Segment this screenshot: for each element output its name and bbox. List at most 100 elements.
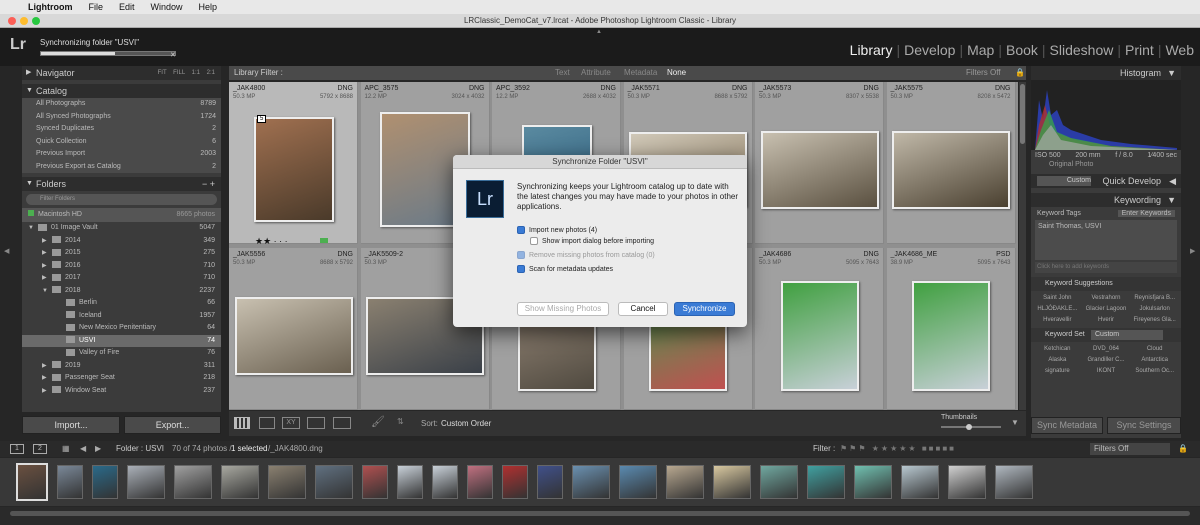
compare-view-icon[interactable]: XY [282, 417, 300, 429]
filmstrip-thumbnail[interactable] [221, 465, 259, 499]
survey-view-icon[interactable] [307, 417, 325, 429]
grid-view-icon[interactable] [234, 417, 250, 429]
keyword-chip[interactable]: signature [1033, 366, 1082, 377]
show-import-dialog-checkbox[interactable]: Show import dialog before importing [530, 237, 654, 245]
back-arrow-icon[interactable]: ◀ [80, 441, 86, 457]
keyword-chip[interactable]: Jokulsarlon [1130, 304, 1179, 315]
forward-arrow-icon[interactable]: ▶ [95, 441, 101, 457]
filmstrip-thumbnail[interactable] [502, 465, 528, 499]
quick-develop-preset[interactable]: Custom [1037, 176, 1091, 186]
keyword-chip[interactable]: IKONT [1082, 366, 1131, 377]
import-button[interactable]: Import... [22, 416, 120, 434]
top-panel-toggle-icon[interactable]: ▲ [596, 29, 602, 35]
module-library[interactable]: Library [850, 42, 893, 58]
module-book[interactable]: Book [1006, 42, 1038, 58]
filmstrip-thumbnail[interactable] [16, 463, 48, 501]
catalog-item[interactable]: All Photographs 8789 [22, 98, 221, 111]
catalog-item[interactable]: Previous Import 2003 [22, 148, 221, 161]
folder-item[interactable]: ▼ 2018 2237 [22, 285, 221, 298]
module-map[interactable]: Map [967, 42, 994, 58]
keyword-set-dropdown[interactable]: Custom [1091, 330, 1163, 340]
primary-window-button[interactable]: 1 [10, 444, 24, 454]
keyword-chip[interactable]: DVD_064 [1082, 344, 1131, 355]
grid-scrollbar[interactable] [1019, 82, 1026, 410]
folder-item[interactable]: ▶ 2015 275 [22, 247, 221, 260]
loupe-view-icon[interactable] [259, 417, 275, 429]
filmstrip-thumbnail[interactable] [854, 465, 892, 499]
keyword-chip[interactable]: Antarctica [1130, 355, 1179, 366]
close-window-icon[interactable] [8, 17, 16, 25]
filmstrip-thumbnail[interactable] [995, 465, 1033, 499]
keyword-chip[interactable]: Grandiller C... [1082, 355, 1131, 366]
keywording-header[interactable]: Keywording ▼ [1031, 193, 1181, 207]
folder-item[interactable]: ▶ Passenger Seat 218 [22, 372, 221, 385]
filmstrip-thumbnail[interactable] [432, 465, 458, 499]
filmstrip-thumbnail[interactable] [760, 465, 798, 499]
synchronize-button[interactable]: Synchronize [674, 302, 735, 316]
import-new-photos-checkbox[interactable]: Import new photos (4) [517, 226, 597, 234]
star-rating[interactable]: ★★ · · · [255, 236, 288, 247]
slider-handle[interactable] [966, 424, 972, 430]
filmstrip-thumbnail[interactable] [362, 465, 388, 499]
filmstrip-thumbnail[interactable] [948, 465, 986, 499]
lock-icon[interactable]: 🔒 [1015, 66, 1025, 80]
module-web[interactable]: Web [1165, 42, 1194, 58]
people-view-icon[interactable] [333, 417, 351, 429]
flag-filter-icons[interactable]: ⚑⚑⚑ ★★★★★ ■■■■■ [840, 441, 956, 457]
module-develop[interactable]: Develop [904, 42, 955, 58]
folder-item[interactable]: Iceland 1957 [22, 310, 221, 323]
selected-file[interactable]: /_JAK4800.dng [268, 441, 323, 457]
grid-shortcut-icon[interactable]: ▦ [62, 441, 70, 457]
filmstrip-thumbnail[interactable] [901, 465, 939, 499]
filmstrip-thumbnail[interactable] [127, 465, 165, 499]
menu-help[interactable]: Help [199, 2, 218, 12]
grid-cell[interactable]: _JAK5573 DNG 50.3 MP 8307 x 5538 [755, 82, 884, 244]
filmstrip-thumbnail[interactable] [537, 465, 563, 499]
filmstrip-thumbnail[interactable] [572, 465, 610, 499]
menu-file[interactable]: File [89, 2, 104, 12]
grid-cell[interactable]: _JAK5556 DNG 50.3 MP 8688 x 5792 [229, 248, 358, 410]
folder-item[interactable]: New Mexico Penitentiary 64 [22, 322, 221, 335]
filter-tab-none[interactable]: None [667, 66, 686, 80]
catalog-header[interactable]: ▼ Catalog [22, 84, 221, 98]
filmstrip-thumbnail[interactable] [57, 465, 83, 499]
navigator-zoom-options[interactable]: FIT FILL 1:1 2:1 [158, 66, 215, 80]
cancel-button[interactable]: Cancel [618, 302, 668, 316]
filmstrip-scrollbar[interactable] [10, 511, 1190, 516]
filter-tab-metadata[interactable]: Metadata [624, 66, 657, 80]
filmstrip-thumbnail[interactable] [397, 465, 423, 499]
toolbar-menu-icon[interactable]: ▼ [1011, 418, 1019, 427]
menu-edit[interactable]: Edit [119, 2, 135, 12]
keyword-chip[interactable]: Vestrahorn [1082, 293, 1131, 304]
filmstrip-thumbnail[interactable] [713, 465, 751, 499]
folder-item[interactable]: USVI 74 [22, 334, 221, 347]
folder-item[interactable]: ▶ 2014 349 [22, 235, 221, 248]
keyword-chip[interactable]: Hveravellir [1033, 315, 1082, 326]
keyword-chip[interactable]: Saint John [1033, 293, 1082, 304]
folder-item[interactable]: ▼ 01 Image Vault 5047 [22, 222, 221, 235]
filmstrip-thumbnail[interactable] [174, 465, 212, 499]
keyword-chip[interactable]: Fireyenes Gla... [1130, 315, 1179, 326]
folder-item[interactable]: ▶ 2017 710 [22, 272, 221, 285]
filmstrip-thumbnail[interactable] [268, 465, 306, 499]
activity-status[interactable]: Synchronizing folder "USVI" [40, 38, 139, 47]
right-panel-toggle-icon[interactable]: ▶ [1190, 247, 1195, 255]
export-button[interactable]: Export... [124, 416, 221, 434]
folder-filter-input[interactable]: Filter Folders [26, 194, 217, 205]
module-print[interactable]: Print [1125, 42, 1154, 58]
module-slideshow[interactable]: Slideshow [1050, 42, 1114, 58]
filter-tab-attribute[interactable]: Attribute [581, 66, 611, 80]
menu-app[interactable]: Lightroom [28, 2, 73, 12]
grid-cell[interactable]: _JAK4686_ME PSD 38.9 MP 5095 x 7643 [886, 248, 1016, 410]
scan-metadata-checkbox[interactable]: Scan for metadata updates [517, 265, 613, 273]
left-panel-toggle-icon[interactable]: ◀ [4, 247, 9, 255]
cancel-progress-icon[interactable]: ✕ [170, 51, 176, 59]
sync-metadata-button[interactable]: Sync Metadata [1031, 417, 1103, 434]
sort-direction-icon[interactable]: ⇅ [397, 417, 404, 426]
keyword-chip[interactable]: Glacier Lagoon [1082, 304, 1131, 315]
filmstrip-source[interactable]: Folder : USVI [116, 441, 164, 457]
catalog-item[interactable]: All Synced Photographs 1724 [22, 111, 221, 124]
filter-tab-text[interactable]: Text [555, 66, 570, 80]
folder-item[interactable]: ▶ 2016 710 [22, 260, 221, 273]
quick-develop-header[interactable]: Custom Quick Develop ◀ [1031, 174, 1181, 188]
